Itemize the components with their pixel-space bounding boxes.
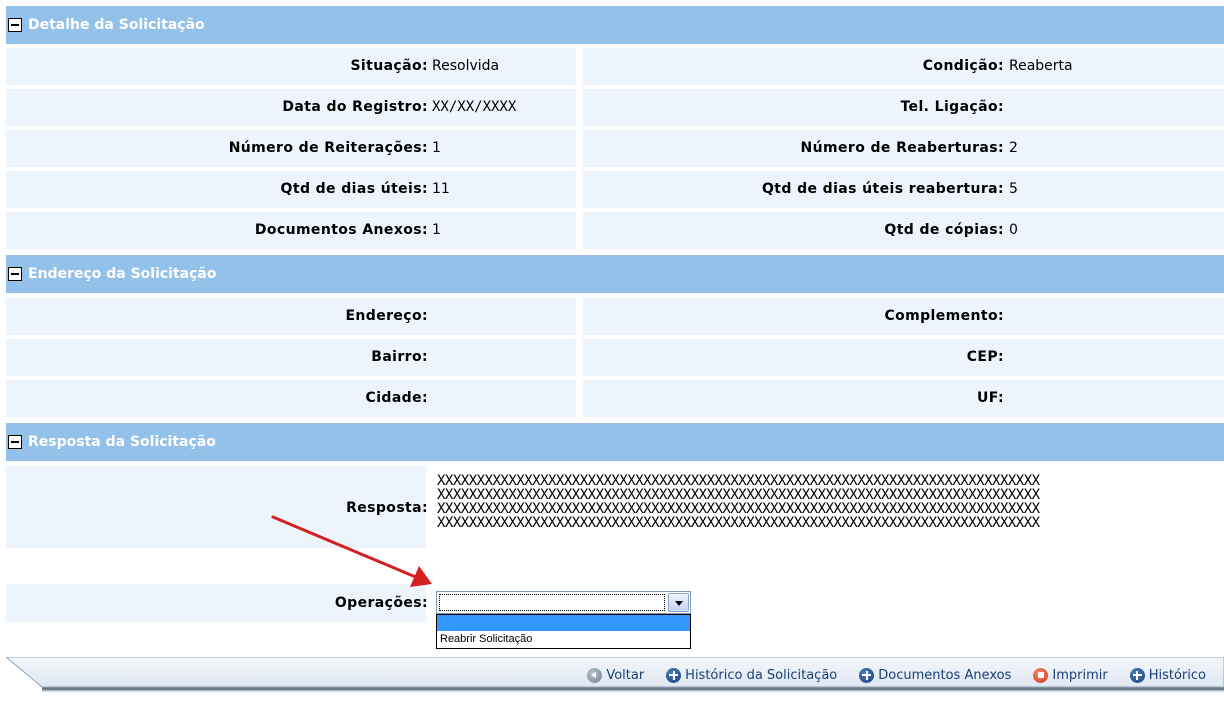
num-reaberturas-label: Número de Reaberturas: <box>800 140 1004 156</box>
dias-uteis-reabertura-value: 5 <box>1009 181 1018 197</box>
dias-uteis-label: Qtd de dias úteis: <box>280 181 428 197</box>
detalhe-section-title: Detalhe da Solicitação <box>28 17 205 33</box>
plus-icon <box>859 667 875 683</box>
resposta-section-title: Resposta da Solicitação <box>28 434 216 450</box>
num-reaberturas-value: 2 <box>1009 140 1018 156</box>
toolbar-links: Voltar Histórico da Solicitação Document… <box>587 665 1206 685</box>
back-icon <box>587 667 603 683</box>
imprimir-link[interactable]: Imprimir <box>1033 667 1108 683</box>
plus-icon <box>1129 667 1145 683</box>
detail-row: Data do Registro: XX/XX/XXXX Tel. Ligaçã… <box>6 89 1224 126</box>
detalhe-section-header[interactable]: Detalhe da Solicitação <box>6 6 1224 44</box>
bairro-label: Bairro: <box>371 349 428 365</box>
dropdown-option-reabrir[interactable]: Reabrir Solicitação <box>437 631 690 648</box>
operacoes-select[interactable] <box>436 591 691 614</box>
address-row: Cidade: UF: <box>6 380 1224 417</box>
uf-label: UF: <box>977 390 1004 406</box>
plus-icon <box>666 667 682 683</box>
collapse-icon[interactable] <box>8 267 22 281</box>
endereco-label: Endereço: <box>345 308 428 324</box>
endereco-section-header[interactable]: Endereço da Solicitação <box>6 255 1224 293</box>
data-registro-label: Data do Registro: <box>282 99 428 115</box>
documentos-anexos-value: 1 <box>432 222 441 238</box>
complemento-label: Complemento: <box>884 308 1004 324</box>
dias-uteis-reabertura-label: Qtd de dias úteis reabertura: <box>762 181 1004 197</box>
detail-row: Número de Reiterações: 1 Número de Reabe… <box>6 130 1224 167</box>
print-icon <box>1033 667 1049 683</box>
detail-row: Situação: Resolvida Condição: Reaberta <box>6 48 1224 85</box>
historico-link[interactable]: Histórico <box>1129 667 1206 683</box>
data-registro-value: XX/XX/XXXX <box>432 99 517 115</box>
situacao-label: Situação: <box>350 58 428 74</box>
operacoes-select-value[interactable] <box>439 594 665 611</box>
cep-label: CEP: <box>966 349 1004 365</box>
historico-solicitacao-link[interactable]: Histórico da Solicitação <box>666 667 837 683</box>
detail-row: Documentos Anexos: 1 Qtd de cópias: 0 <box>6 212 1224 249</box>
resposta-text: XXXXXXXXXXXXXXXXXXXXXXXXXXXXXXXXXXXXXXXX… <box>437 474 1040 530</box>
documentos-anexos-link[interactable]: Documentos Anexos <box>859 667 1011 683</box>
condicao-value: Reaberta <box>1009 58 1073 74</box>
documentos-anexos-label: Documentos Anexos: <box>254 222 428 238</box>
dias-uteis-value: 11 <box>432 181 450 197</box>
chevron-down-icon[interactable] <box>668 593 689 612</box>
collapse-icon[interactable] <box>8 18 22 32</box>
voltar-link[interactable]: Voltar <box>587 667 644 683</box>
detail-row: Qtd de dias úteis: 11 Qtd de dias úteis … <box>6 171 1224 208</box>
qtd-copias-value: 0 <box>1009 222 1018 238</box>
operacoes-dropdown-list: Reabrir Solicitação <box>436 614 691 649</box>
num-reiteracoes-value: 1 <box>432 140 441 156</box>
address-row: Endereço: Complemento: <box>6 298 1224 335</box>
num-reiteracoes-label: Número de Reiterações: <box>228 140 428 156</box>
resposta-section-header[interactable]: Resposta da Solicitação <box>6 423 1224 461</box>
dropdown-option-blank[interactable] <box>437 615 690 631</box>
operacoes-label: Operações: <box>334 595 428 611</box>
resposta-label: Resposta: <box>346 500 428 516</box>
qtd-copias-label: Qtd de cópias: <box>884 222 1004 238</box>
cidade-label: Cidade: <box>365 390 428 406</box>
situacao-value: Resolvida <box>432 58 500 74</box>
address-row: Bairro: CEP: <box>6 339 1224 376</box>
tel-ligacao-label: Tel. Ligação: <box>900 99 1004 115</box>
condicao-label: Condição: <box>922 58 1004 74</box>
collapse-icon[interactable] <box>8 435 22 449</box>
endereco-section-title: Endereço da Solicitação <box>28 266 217 282</box>
